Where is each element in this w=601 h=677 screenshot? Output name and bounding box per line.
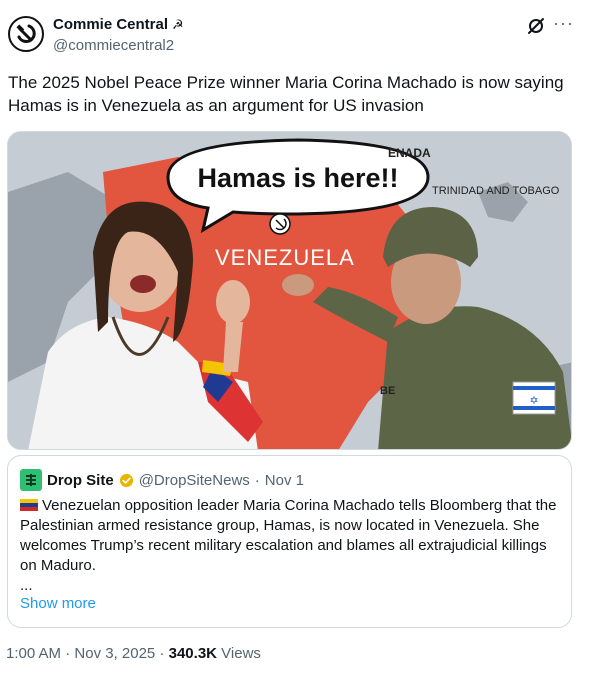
quoted-tweet[interactable]: Drop Site @DropSiteNews · Nov 1 Venezuel…	[7, 455, 572, 628]
map-label-country: VENEZUELA	[215, 245, 355, 270]
quoted-author-handle[interactable]: @DropSiteNews	[139, 472, 250, 489]
watermark-hammer-sickle-icon	[269, 213, 291, 235]
speech-bubble-text: Hamas is here!!	[197, 163, 398, 193]
quoted-tweet-text: Venezuelan opposition leader Maria Corin…	[20, 497, 557, 574]
venezuela-flag-icon	[20, 499, 38, 511]
quoted-tweet-header: Drop Site @DropSiteNews · Nov 1	[20, 469, 304, 491]
quoted-author-name[interactable]: Drop Site	[47, 472, 114, 489]
drop-site-avatar[interactable]	[20, 469, 42, 491]
author-display-name[interactable]: Commie Central	[53, 16, 168, 33]
map-label-grenada: ENADA	[388, 146, 431, 160]
views-count: 340.3K	[168, 645, 217, 662]
meta-separator: ·	[159, 645, 165, 662]
author-name-row[interactable]: Commie Central ☭	[53, 16, 184, 33]
author-handle[interactable]: @commiecentral2	[53, 37, 174, 54]
show-more-link[interactable]: Show more	[20, 595, 96, 612]
map-label-trinidad: TRINIDAD AND TOBAGO	[432, 185, 560, 197]
quoted-ellipsis: ...	[20, 577, 33, 594]
svg-text:✡: ✡	[529, 394, 538, 407]
drop-site-logo-icon	[26, 474, 36, 486]
grok-icon[interactable]	[527, 17, 545, 35]
map-label-partial: BE	[380, 385, 395, 397]
media-illustration: ✡ Hamas is here!! ENADA TRINIDAD AND TOB…	[8, 132, 571, 449]
tweet-date[interactable]: Nov 3, 2025	[74, 645, 155, 662]
quoted-tweet-text-block: Venezuelan opposition leader Maria Corin…	[20, 496, 560, 576]
views-label: Views	[221, 645, 261, 662]
tweet-meta: 1:00 AM · Nov 3, 2025 · 340.3K Views	[6, 645, 261, 662]
tweet-time[interactable]: 1:00 AM	[6, 645, 61, 662]
meta-separator: ·	[65, 645, 71, 662]
tweet-media[interactable]: ✡ Hamas is here!! ENADA TRINIDAD AND TOB…	[7, 131, 572, 450]
name-emoji: ☭	[172, 16, 184, 32]
author-avatar[interactable]	[8, 16, 44, 52]
quoted-separator: ·	[254, 471, 260, 489]
soldier-hand	[282, 274, 314, 296]
woman-fist	[216, 280, 250, 324]
more-icon[interactable]: ···	[553, 14, 574, 32]
hammer-sickle-icon	[16, 24, 36, 43]
tweet-text: The 2025 Nobel Peace Prize winner Maria …	[8, 73, 564, 115]
verified-badge-icon	[119, 473, 133, 487]
quoted-date[interactable]: Nov 1	[265, 472, 304, 489]
